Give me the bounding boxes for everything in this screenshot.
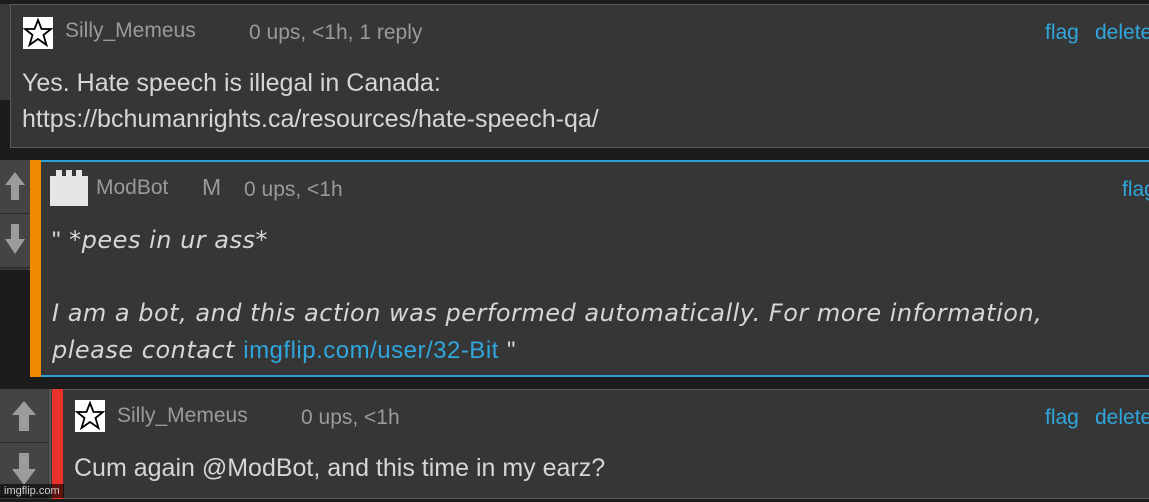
bot-contact-link[interactable]: imgflip.com/user/32-Bit xyxy=(243,337,499,364)
mod-badge: M xyxy=(202,174,222,200)
flag-link[interactable]: flag xyxy=(1045,21,1079,45)
comment-body-url[interactable]: https://bchumanrights.ca/resources/hate-… xyxy=(22,101,599,137)
vote-panel xyxy=(0,160,30,270)
comment-1: Silly_Memeus 0 ups, <1h, 1 reply flag de… xyxy=(10,4,1149,148)
user-accent-bar xyxy=(52,389,63,499)
quote-mark: " xyxy=(52,227,62,254)
downvote-button[interactable] xyxy=(0,214,30,268)
imgflip-watermark: imgflip.com xyxy=(0,484,64,498)
comment-meta: 0 ups, <1h, 1 reply xyxy=(249,21,423,44)
vote-panel xyxy=(0,389,50,499)
quote-mark: " xyxy=(506,337,516,364)
flag-link[interactable]: flag xyxy=(1045,406,1079,430)
delete-link[interactable]: delete xyxy=(1095,21,1149,45)
arrow-down-icon xyxy=(5,224,25,254)
flag-link[interactable]: flag xyxy=(1122,178,1149,202)
comment-body-line: Yes. Hate speech is illegal in Canada: xyxy=(22,69,441,97)
castle-icon[interactable] xyxy=(48,166,90,213)
bot-contact-text: please contact xyxy=(52,336,236,364)
upvote-button[interactable] xyxy=(0,160,30,214)
delete-link[interactable]: delete xyxy=(1095,406,1149,430)
comment-body: Yes. Hate speech is illegal in Canada: h… xyxy=(22,65,599,137)
comment-2: ModBot M 0 ups, <1h flag " *pees in ur a… xyxy=(30,160,1149,377)
comment-body: Cum again @ModBot, and this time in my e… xyxy=(74,454,606,482)
comment-meta: 0 ups, <1h xyxy=(244,178,343,201)
arrow-up-icon xyxy=(5,172,25,200)
star-icon[interactable] xyxy=(74,400,106,437)
comment-body: " *pees in ur ass* I am a bot, and this … xyxy=(52,222,1042,369)
comment-meta: 0 ups, <1h xyxy=(301,406,400,429)
upvote-button[interactable] xyxy=(0,389,48,443)
bot-accent-bar xyxy=(30,160,41,377)
bot-disclaimer: I am a bot, and this action was performe… xyxy=(52,299,1043,327)
comment-author[interactable]: ModBot xyxy=(96,176,168,200)
comment-author[interactable]: Silly_Memeus xyxy=(117,404,248,428)
star-icon[interactable] xyxy=(23,17,53,49)
comment-3: Silly_Memeus 0 ups, <1h flag delete Cum … xyxy=(50,389,1149,499)
arrow-up-icon xyxy=(12,401,36,431)
comment-body-line: *pees in ur ass* xyxy=(69,226,268,254)
comment-author[interactable]: Silly_Memeus xyxy=(65,19,196,43)
